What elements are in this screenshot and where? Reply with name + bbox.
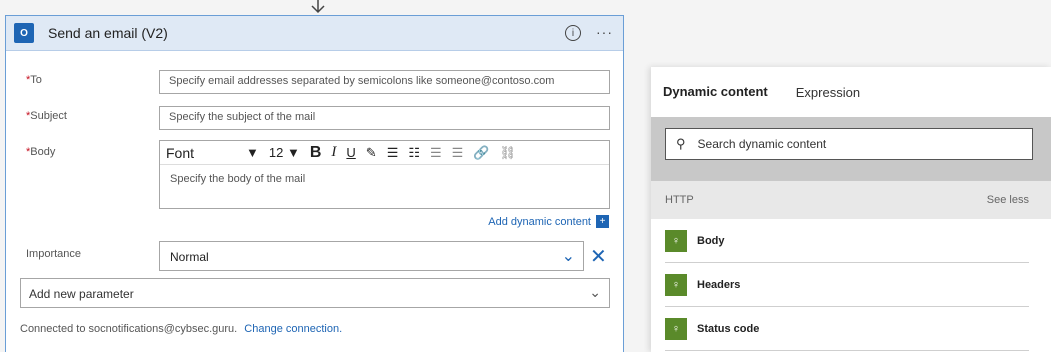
font-dropdown-icon[interactable]: ▼ bbox=[246, 145, 259, 160]
more-options-icon[interactable]: ··· bbox=[596, 24, 613, 40]
italic-button[interactable]: I bbox=[331, 144, 336, 161]
underline-button[interactable]: U bbox=[346, 145, 355, 160]
flow-connector-arrow-icon bbox=[311, 0, 325, 14]
group-name: HTTP bbox=[665, 194, 694, 206]
subject-input[interactable]: Specify the subject of the mail bbox=[159, 106, 610, 130]
bold-button[interactable]: B bbox=[310, 144, 322, 162]
http-token-icon: ♀ bbox=[665, 273, 687, 296]
body-label: *Body bbox=[26, 146, 56, 158]
dynamic-item-status-code[interactable]: ♀ Status code bbox=[665, 307, 1029, 351]
see-less-link[interactable]: See less bbox=[987, 194, 1029, 206]
search-area: ⚲ Search dynamic content bbox=[651, 117, 1051, 181]
body-rich-text-editor[interactable]: Font ▼ 12 ▼ B I U ✎ ☰ ☷ ☰ ☰ 🔗 ⛓ Specify … bbox=[159, 140, 610, 209]
dynamic-content-panel: Dynamic content Expression ⚲ Search dyna… bbox=[651, 67, 1051, 352]
clear-importance-icon[interactable]: ✕ bbox=[590, 244, 607, 269]
unlink-icon[interactable]: ⛓ bbox=[500, 145, 517, 161]
to-label: *To bbox=[26, 74, 42, 86]
importance-label: Importance bbox=[26, 248, 82, 260]
add-new-parameter-select[interactable]: Add new parameter ⌄ bbox=[20, 278, 610, 308]
tab-expression[interactable]: Expression bbox=[796, 79, 860, 106]
add-dynamic-content-link[interactable]: Add dynamic content + bbox=[488, 215, 609, 228]
chevron-down-icon: ⌄ bbox=[561, 248, 575, 265]
dynamic-item-headers[interactable]: ♀ Headers bbox=[665, 263, 1029, 307]
subject-label: *Subject bbox=[26, 110, 67, 122]
bullet-list-icon[interactable]: ☷ bbox=[408, 145, 420, 161]
add-dynamic-content-icon: + bbox=[596, 215, 609, 228]
dynamic-item-body[interactable]: ♀ Body bbox=[665, 219, 1029, 263]
font-select[interactable]: Font bbox=[166, 145, 236, 161]
rte-toolbar: Font ▼ 12 ▼ B I U ✎ ☰ ☷ ☰ ☰ 🔗 ⛓ bbox=[160, 141, 609, 165]
highlight-pen-icon[interactable]: ✎ bbox=[366, 145, 377, 161]
connection-info: Connected to socnotifications@cybsec.gur… bbox=[20, 323, 342, 335]
connection-text: Connected to socnotifications@cybsec.gur… bbox=[20, 323, 238, 335]
change-connection-link[interactable]: Change connection. bbox=[244, 323, 342, 335]
chevron-down-icon: ⌄ bbox=[589, 284, 601, 300]
body-placeholder[interactable]: Specify the body of the mail bbox=[160, 165, 609, 193]
search-icon: ⚲ bbox=[676, 136, 686, 151]
to-input[interactable]: Specify email addresses separated by sem… bbox=[159, 70, 610, 94]
font-size-select[interactable]: 12 ▼ bbox=[269, 145, 300, 160]
http-token-icon: ♀ bbox=[665, 229, 687, 252]
outlook-icon: O bbox=[14, 23, 34, 43]
decrease-indent-icon[interactable]: ☰ bbox=[430, 145, 442, 161]
tab-dynamic-content[interactable]: Dynamic content bbox=[663, 78, 768, 107]
http-token-icon: ♀ bbox=[665, 317, 687, 340]
link-icon[interactable]: 🔗 bbox=[473, 145, 489, 161]
importance-select[interactable]: Normal ⌄ bbox=[159, 241, 584, 271]
send-email-action-card: O Send an email (V2) i ··· *To Specify e… bbox=[5, 15, 624, 352]
info-icon[interactable]: i bbox=[565, 25, 581, 41]
search-input[interactable]: ⚲ Search dynamic content bbox=[665, 128, 1033, 160]
numbered-list-icon[interactable]: ☰ bbox=[387, 145, 399, 161]
panel-tabs: Dynamic content Expression bbox=[651, 67, 1051, 117]
card-header[interactable]: O Send an email (V2) i ··· bbox=[6, 16, 623, 51]
increase-indent-icon[interactable]: ☰ bbox=[452, 145, 464, 161]
http-group-header: HTTP See less bbox=[651, 181, 1051, 219]
card-title: Send an email (V2) bbox=[48, 25, 168, 41]
